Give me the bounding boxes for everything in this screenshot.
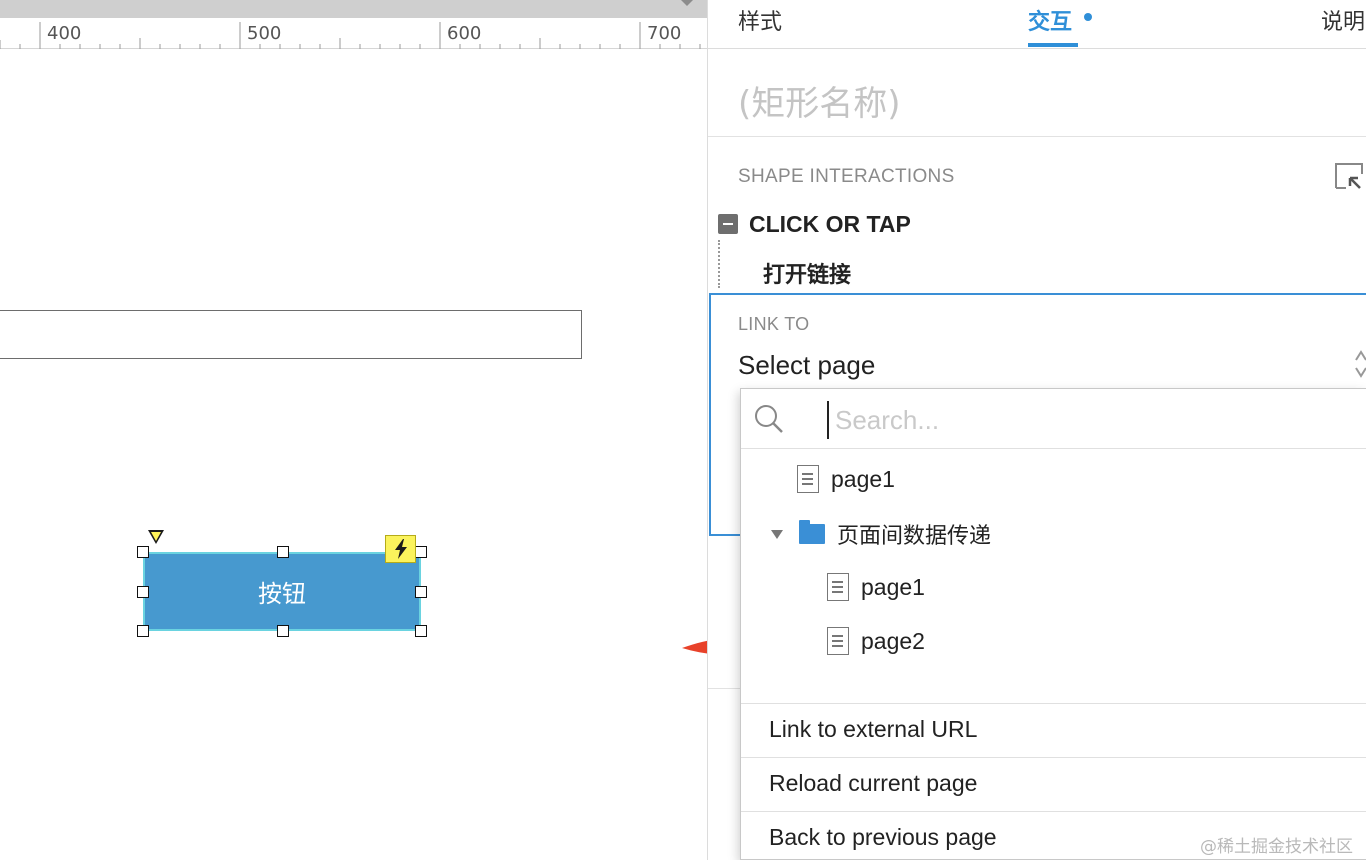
page-select[interactable]: Select page (738, 350, 875, 381)
link-external-url-option[interactable]: Link to external URL (741, 703, 1366, 757)
tab-style[interactable]: 样式 (738, 4, 782, 36)
folder-icon (799, 520, 825, 544)
active-tab-underline (1028, 43, 1078, 47)
resize-handle-top-left[interactable] (137, 546, 149, 558)
design-canvas[interactable]: 400 500 600 700 按钮 (0, 0, 707, 860)
inspector-tabs: 样式 交互 说明 (708, 0, 1366, 49)
select-arrows-icon[interactable] (1354, 348, 1366, 380)
resize-handle-bottom[interactable] (277, 625, 289, 637)
resize-handle-right[interactable] (415, 586, 427, 598)
search-input[interactable] (827, 401, 1347, 439)
ruler-label-600: 600 (447, 23, 482, 44)
tree-connector (718, 240, 720, 288)
shape-name-field[interactable]: (矩形名称) (738, 76, 901, 125)
scroll-arrow-icon[interactable] (681, 0, 693, 6)
tab-notes[interactable]: 说明 (1321, 4, 1365, 36)
watermark: @稀土掘金技术社区 (1200, 837, 1353, 857)
horizontal-scrollbar[interactable] (0, 0, 707, 18)
page-dropdown: page1 页面间数据传递 page1 page2 Link to extern… (740, 388, 1366, 860)
page-icon (827, 627, 849, 655)
option-label: Link to external URL (769, 716, 978, 742)
tab-indicator-dot (1084, 13, 1092, 21)
resize-handle-bottom-right[interactable] (415, 625, 427, 637)
popout-icon[interactable] (1334, 162, 1364, 190)
tree-item-label: page2 (861, 627, 925, 654)
option-label: Back to previous page (769, 824, 997, 850)
lightning-icon[interactable] (385, 535, 416, 563)
reload-page-option[interactable]: Reload current page (741, 757, 1366, 811)
ruler-label-700: 700 (647, 23, 682, 44)
tree-item-page[interactable]: page2 (827, 618, 925, 664)
tree-item-folder[interactable]: 页面间数据传递 (771, 511, 991, 557)
page-icon (827, 573, 849, 601)
ruler-ticks (0, 22, 701, 49)
tree-item-label: page1 (831, 465, 895, 492)
caret-down-icon[interactable] (771, 529, 783, 539)
resize-handle-top-right[interactable] (415, 546, 427, 558)
tree-item-label: 页面间数据传递 (837, 524, 992, 549)
resize-handle-left[interactable] (137, 586, 149, 598)
tree-item-page[interactable]: page1 (797, 456, 895, 502)
option-label: Reload current page (769, 770, 978, 796)
ruler-label-400: 400 (47, 23, 82, 44)
divider (708, 136, 1366, 137)
search-row (741, 389, 1366, 449)
tree-item-label: page1 (861, 573, 925, 600)
event-title[interactable]: CLICK OR TAP (749, 211, 911, 238)
horizontal-ruler: 400 500 600 700 (0, 18, 707, 49)
text-field-widget[interactable] (0, 310, 582, 359)
button-widget-label: 按钮 (258, 580, 306, 608)
search-icon (755, 405, 783, 433)
page-icon (797, 465, 819, 493)
link-to-label: LINK TO (738, 314, 810, 334)
ruler-label-500: 500 (247, 23, 282, 44)
interaction-marker-icon (148, 530, 164, 544)
collapse-icon[interactable] (718, 214, 738, 234)
resize-handle-bottom-left[interactable] (137, 625, 149, 637)
tree-item-page[interactable]: page1 (827, 564, 925, 610)
action-title[interactable]: 打开链接 (763, 257, 851, 289)
button-widget[interactable]: 按钮 (143, 552, 421, 631)
section-title: SHAPE INTERACTIONS (738, 166, 955, 187)
resize-handle-top[interactable] (277, 546, 289, 558)
tab-interactions[interactable]: 交互 (1028, 4, 1072, 36)
